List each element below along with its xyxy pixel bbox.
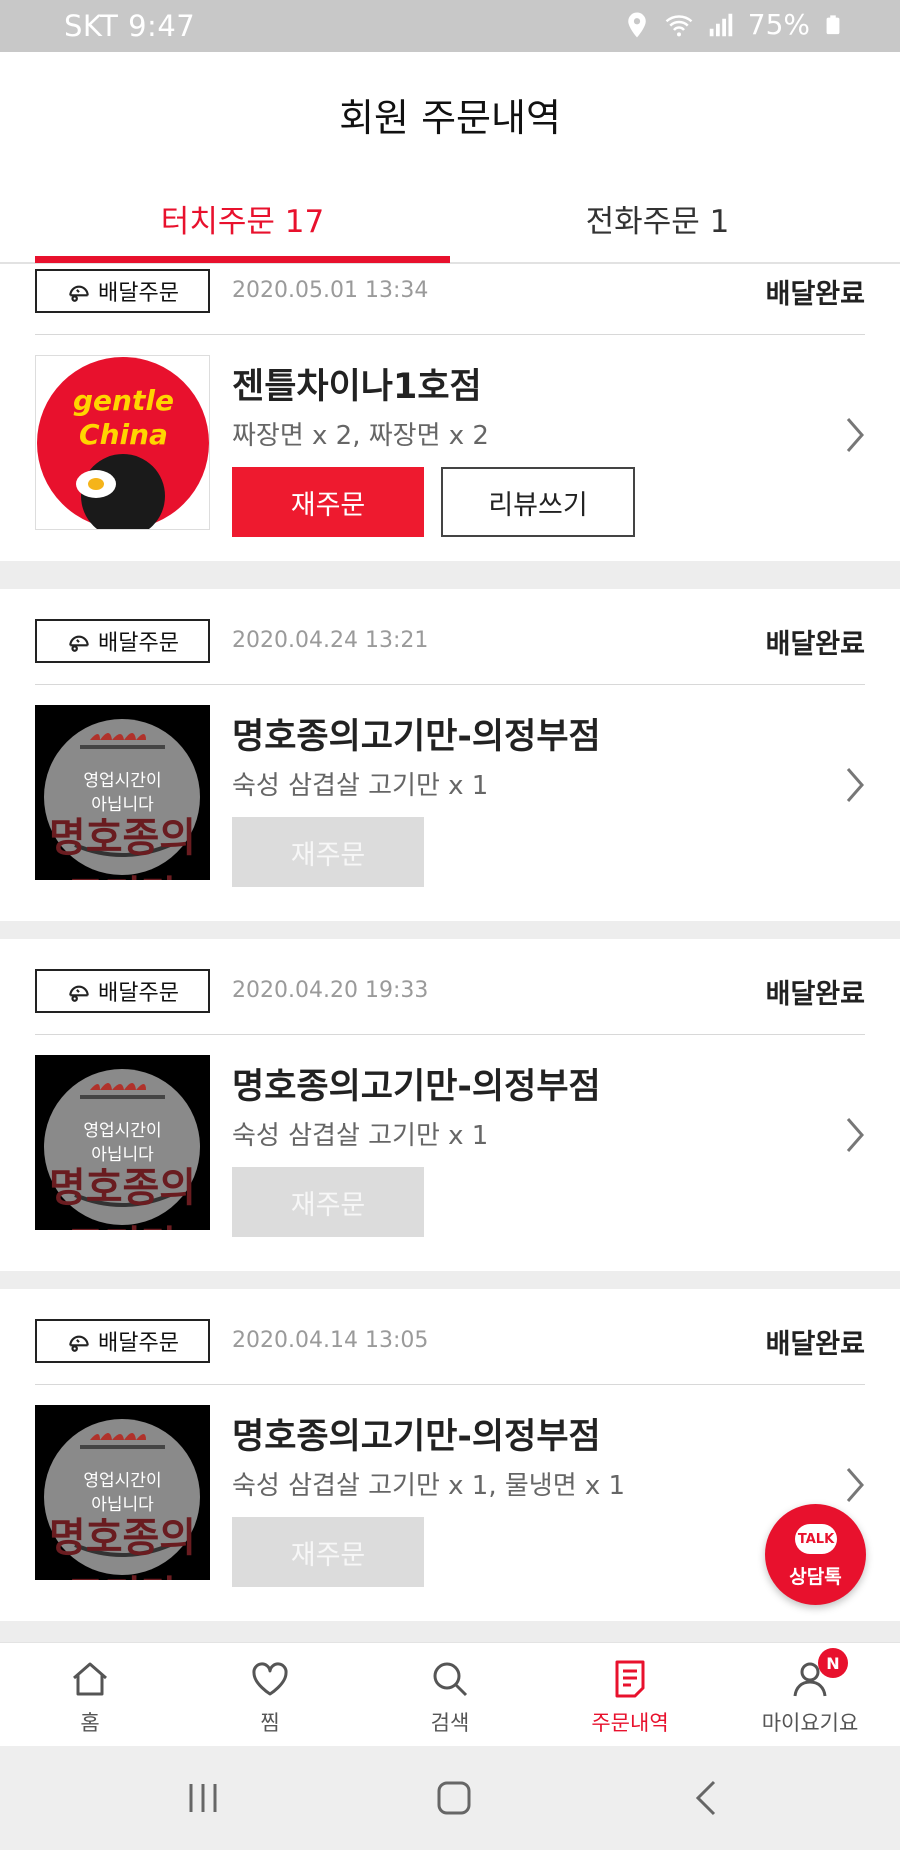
order-card[interactable]: 배달주문 2020.04.24 13:21 배달완료 명호종의 고기만 영업시간…: [0, 589, 900, 921]
bottom-navigation: 홈 찜 검색 주문내역 마이요기요: [0, 1642, 900, 1746]
order-status: 배달완료: [765, 1329, 865, 1360]
nav-home[interactable]: 홈: [0, 1643, 180, 1747]
chevron-right-icon[interactable]: [840, 1113, 870, 1157]
nav-order-history-label: 주문내역: [591, 1711, 669, 1735]
battery-percent: 75%: [747, 8, 810, 41]
order-list[interactable]: 배달주문 2020.05.01 13:34 배달완료 gentle China …: [0, 264, 900, 1642]
nav-search-label: 검색: [430, 1711, 470, 1735]
delivery-badge: 배달주문: [35, 1319, 210, 1363]
search-icon: [433, 1662, 468, 1697]
delivery-icon: [69, 985, 89, 1002]
order-date: 2020.04.24 13:21: [232, 628, 429, 653]
store-name[interactable]: 명호종의고기만-의정부점: [232, 708, 601, 759]
order-card[interactable]: 배달주문 2020.04.20 19:33 배달완료 명호종의 고기만 영업시간…: [0, 939, 900, 1271]
order-status: 배달완료: [765, 629, 865, 660]
delivery-badge: 배달주문: [35, 969, 210, 1013]
delivery-icon: [69, 285, 89, 302]
write-review-button[interactable]: 리뷰쓰기: [441, 467, 635, 537]
order-card[interactable]: 배달주문 2020.05.01 13:34 배달완료 gentle China …: [0, 264, 900, 561]
delivery-icon: [69, 635, 89, 652]
wifi-icon: [665, 14, 693, 36]
nav-favorites-label: 찜: [260, 1711, 280, 1735]
tab-touch-order[interactable]: 터치주문 17: [35, 172, 450, 264]
nav-favorites[interactable]: 찜: [180, 1643, 360, 1747]
chevron-right-icon[interactable]: [840, 763, 870, 807]
reorder-button-disabled: 재주문: [232, 1517, 424, 1587]
chevron-right-icon[interactable]: [840, 1463, 870, 1507]
nav-my-yogiyo-label: 마이요기요: [761, 1711, 859, 1735]
recent-apps-icon[interactable]: [183, 1778, 223, 1818]
closed-notice: 영업시간이 아닙니다: [83, 1120, 162, 1165]
order-date: 2020.04.14 13:05: [232, 1328, 429, 1353]
card-divider: [35, 684, 865, 685]
badge-label: 배달주문: [98, 631, 179, 656]
active-tab-indicator: [35, 256, 450, 263]
page-title: 회원 주문내역: [339, 96, 561, 140]
new-notification-badge: N: [818, 1648, 848, 1678]
talk-bubble-icon: TALK: [795, 1524, 837, 1554]
badge-label: 배달주문: [98, 981, 179, 1006]
store-thumbnail[interactable]: gentle China: [35, 355, 210, 530]
closed-notice: 영업시간이 아닙니다: [83, 1470, 162, 1515]
store-name[interactable]: 명호종의고기만-의정부점: [232, 1058, 601, 1109]
back-icon[interactable]: [688, 1778, 728, 1818]
delivery-badge: 배달주문: [35, 269, 210, 313]
thumbnail-logo-text: gentle China: [73, 384, 174, 451]
badge-label: 배달주문: [98, 281, 179, 306]
order-tabs: 터치주문 17 전화주문 1: [0, 172, 900, 264]
reorder-button-disabled: 재주문: [232, 1167, 424, 1237]
nav-home-label: 홈: [80, 1711, 100, 1735]
closed-notice: 영업시간이 아닙니다: [83, 770, 162, 815]
card-divider: [35, 334, 865, 335]
tab-phone-order[interactable]: 전화주문 1: [450, 172, 865, 264]
talk-label: 상담톡: [789, 1566, 842, 1588]
signal-icon: [709, 13, 733, 36]
chevron-right-icon[interactable]: [840, 413, 870, 457]
home-icon: [73, 1662, 107, 1696]
store-thumbnail[interactable]: 명호종의 고기만 영업시간이 아닙니다: [35, 705, 210, 880]
store-thumbnail[interactable]: 명호종의 고기만 영업시간이 아닙니다: [35, 1405, 210, 1580]
order-list-icon: [615, 1660, 645, 1698]
consult-talk-button[interactable]: TALK 상담톡: [765, 1504, 866, 1605]
order-status: 배달완료: [765, 979, 865, 1010]
delivery-badge: 배달주문: [35, 619, 210, 663]
nav-my-yogiyo[interactable]: 마이요기요: [720, 1643, 900, 1747]
badge-label: 배달주문: [98, 1331, 179, 1356]
order-items: 숙성 삼겹살 고기만 x 1: [232, 1121, 489, 1151]
heart-icon: [252, 1662, 288, 1696]
status-bar: SKT 9:47 75%: [0, 0, 900, 52]
order-items: 숙성 삼겹살 고기만 x 1: [232, 771, 489, 801]
order-items: 숙성 삼겹살 고기만 x 1, 물냉면 x 1: [232, 1471, 626, 1501]
store-name[interactable]: 젠틀차이나1호점: [232, 358, 482, 409]
order-date: 2020.04.20 19:33: [232, 978, 429, 1003]
reorder-button[interactable]: 재주문: [232, 467, 424, 537]
card-divider: [35, 1034, 865, 1035]
status-icons: 75%: [622, 8, 844, 41]
home-button-icon[interactable]: [434, 1778, 474, 1818]
page-header: 회원 주문내역: [0, 52, 900, 172]
store-name[interactable]: 명호종의고기만-의정부점: [232, 1408, 601, 1459]
location-icon: [628, 12, 646, 37]
battery-icon: [826, 14, 840, 34]
nav-search[interactable]: 검색: [360, 1643, 540, 1747]
reorder-button-disabled: 재주문: [232, 817, 424, 887]
order-items: 짜장면 x 2, 짜장면 x 2: [232, 421, 489, 451]
order-history-screen: SKT 9:47 75% 회원 주문내역 터치주문 17 전화주문 1 배달주문…: [0, 0, 900, 1850]
carrier-time: SKT 9:47: [64, 9, 196, 43]
delivery-icon: [69, 1335, 89, 1352]
nav-order-history[interactable]: 주문내역: [540, 1643, 720, 1747]
card-divider: [35, 1384, 865, 1385]
order-status: 배달완료: [765, 279, 865, 310]
system-navigation-bar: [0, 1746, 900, 1850]
store-thumbnail[interactable]: 명호종의 고기만 영업시간이 아닙니다: [35, 1055, 210, 1230]
order-date: 2020.05.01 13:34: [232, 278, 429, 303]
